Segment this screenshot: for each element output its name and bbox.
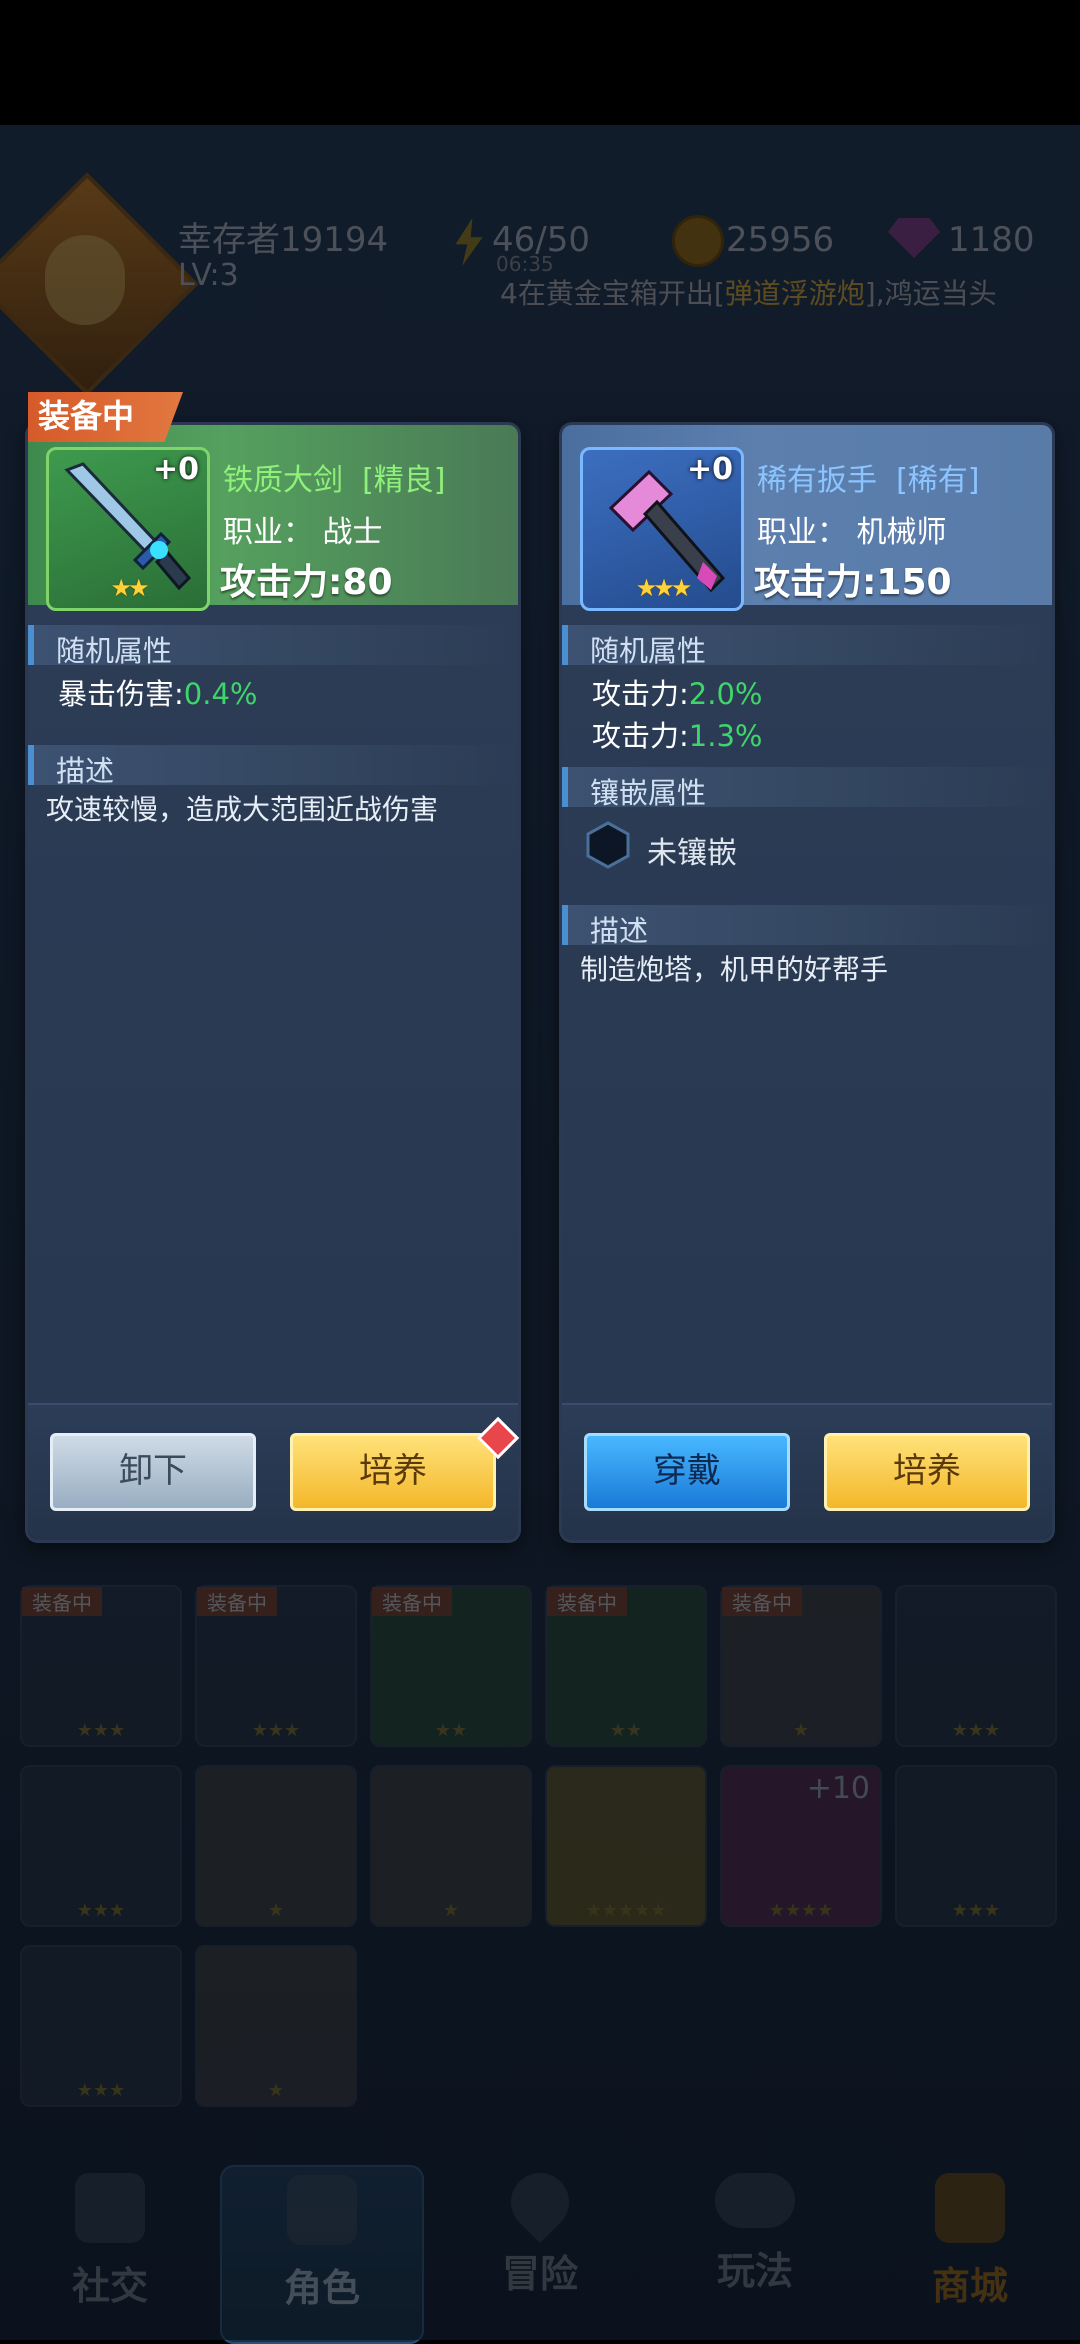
- item-job: 职业： 机械师: [757, 515, 947, 550]
- description-header: 描述: [562, 905, 1052, 948]
- random-attr-header: 随机属性: [28, 625, 518, 668]
- wear-button[interactable]: 穿戴: [584, 1433, 790, 1511]
- random-attr-line: 暴击伤害:0.4%: [58, 677, 258, 711]
- description-header: 描述: [28, 745, 518, 788]
- item-job: 职业： 战士: [223, 515, 383, 550]
- item-name: 铁质大剑 [精良]: [223, 463, 446, 498]
- status-bar: [0, 0, 1080, 125]
- item-description: 攻速较慢，造成大范围近战伤害: [46, 793, 439, 826]
- train-button[interactable]: 培养: [824, 1433, 1030, 1511]
- equipped-item-panel: +0 ★★ 铁质大剑 [精良] 职业： 战士 攻击力:80 随机属性 暴击伤害:…: [28, 425, 518, 1540]
- compare-item-panel: +0 ★★★ 稀有扳手 [稀有] 职业： 机械师 攻击力:150 随机属性 攻击…: [562, 425, 1052, 1540]
- random-attr-line: 攻击力:1.3%: [592, 719, 763, 753]
- random-attr-header: 随机属性: [562, 625, 1052, 668]
- item-attack: 攻击力:80: [220, 562, 393, 603]
- item-icon: +0 ★★: [46, 447, 210, 611]
- enhance-level: +0: [152, 452, 199, 487]
- socket-attr-header: 镶嵌属性: [562, 767, 1052, 810]
- random-attr-line: 攻击力:2.0%: [592, 677, 763, 711]
- unequip-button[interactable]: 卸下: [50, 1433, 256, 1511]
- item-name: 稀有扳手 [稀有]: [757, 463, 980, 498]
- empty-socket-icon: [586, 821, 630, 869]
- train-button[interactable]: 培养: [290, 1433, 496, 1511]
- star-rating: ★★★: [635, 574, 693, 602]
- equipped-badge: 装备中: [28, 392, 183, 442]
- socket-status: 未镶嵌: [647, 836, 737, 871]
- item-icon: +0 ★★★: [580, 447, 744, 611]
- item-attack: 攻击力:150: [754, 562, 952, 603]
- enhance-level: +0: [686, 452, 733, 487]
- item-description: 制造炮塔，机甲的好帮手: [580, 953, 889, 986]
- star-rating: ★★: [110, 574, 149, 602]
